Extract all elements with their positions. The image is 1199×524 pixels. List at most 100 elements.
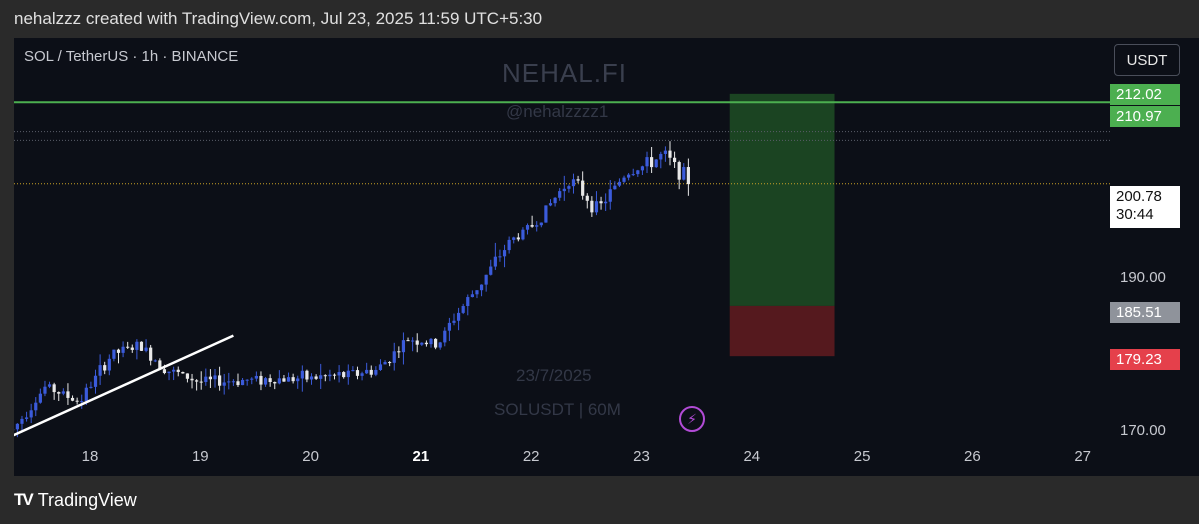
candle[interactable] [507, 236, 511, 254]
candle[interactable] [314, 374, 318, 380]
candle[interactable] [126, 341, 130, 349]
candle[interactable] [374, 366, 378, 377]
candle[interactable] [493, 242, 497, 270]
candle[interactable] [617, 178, 622, 188]
candle[interactable] [66, 383, 70, 405]
candle[interactable] [631, 168, 635, 177]
candle[interactable] [594, 191, 599, 216]
candle[interactable] [319, 363, 323, 389]
candle[interactable] [204, 368, 208, 386]
candle[interactable] [236, 373, 240, 388]
candle[interactable] [378, 359, 383, 371]
candle[interactable] [636, 169, 640, 177]
candle[interactable] [369, 365, 373, 378]
candle[interactable] [645, 151, 649, 174]
candle[interactable] [167, 371, 171, 381]
candle[interactable] [337, 365, 341, 383]
candle[interactable] [323, 374, 327, 382]
candle[interactable] [268, 374, 272, 387]
candle[interactable] [388, 361, 392, 367]
candle[interactable] [346, 364, 350, 385]
candle[interactable] [429, 337, 433, 348]
target-zone[interactable] [729, 93, 835, 306]
candle[interactable] [259, 371, 263, 391]
candle[interactable] [34, 397, 38, 417]
candle[interactable] [360, 371, 364, 381]
candle[interactable] [93, 369, 98, 394]
candle[interactable] [548, 199, 553, 207]
candle[interactable] [576, 175, 580, 184]
candle[interactable] [365, 362, 369, 374]
candle[interactable] [43, 380, 47, 397]
candle[interactable] [103, 361, 107, 375]
candle[interactable] [466, 294, 470, 316]
candle[interactable] [654, 159, 658, 168]
candle[interactable] [80, 394, 84, 409]
candle[interactable] [530, 215, 534, 228]
candle[interactable] [342, 371, 346, 379]
candle[interactable] [562, 175, 566, 201]
candle[interactable] [677, 160, 681, 190]
candle[interactable] [443, 327, 447, 347]
stop-zone[interactable] [729, 305, 835, 357]
candle[interactable] [622, 175, 626, 184]
candle[interactable] [273, 381, 277, 390]
tradingview-logo[interactable]: TV TradingView [14, 490, 137, 511]
candle[interactable] [213, 369, 217, 388]
candle[interactable] [539, 222, 543, 228]
candle[interactable] [553, 197, 557, 207]
candle[interactable] [130, 344, 134, 353]
lightning-icon[interactable]: ⚡ [679, 406, 705, 432]
candle[interactable] [521, 227, 525, 241]
candle[interactable] [250, 377, 254, 385]
candle[interactable] [438, 341, 442, 350]
candle[interactable] [296, 375, 300, 389]
candle[interactable] [411, 337, 415, 352]
candle[interactable] [525, 223, 530, 235]
candle[interactable] [153, 359, 157, 363]
candle[interactable] [558, 188, 562, 201]
candle[interactable] [263, 376, 268, 387]
candle[interactable] [484, 274, 488, 292]
candle[interactable] [112, 349, 116, 362]
candle[interactable] [107, 354, 111, 376]
candle[interactable] [663, 146, 667, 162]
candle[interactable] [351, 366, 355, 372]
chart-frame[interactable]: SOL / TetherUS · 1h · BINANCE NEHAL.FI @… [14, 38, 1199, 476]
candle[interactable] [383, 360, 387, 365]
candle[interactable] [479, 284, 484, 297]
candle[interactable] [475, 290, 479, 299]
candle[interactable] [38, 388, 42, 404]
candle[interactable] [139, 341, 144, 351]
candle[interactable] [116, 348, 121, 364]
candle[interactable] [254, 371, 258, 382]
candle[interactable] [567, 184, 571, 193]
candle[interactable] [190, 373, 194, 389]
candle[interactable] [144, 339, 148, 353]
candle[interactable] [286, 372, 291, 382]
candle[interactable] [590, 196, 594, 217]
candle[interactable] [57, 391, 61, 402]
candle[interactable] [608, 180, 612, 210]
candle[interactable] [149, 344, 153, 366]
candle[interactable] [181, 371, 185, 374]
candle[interactable] [682, 163, 686, 181]
candle[interactable] [668, 141, 672, 166]
candle[interactable] [452, 313, 456, 326]
candle[interactable] [227, 372, 231, 390]
candle[interactable] [75, 397, 79, 405]
candle[interactable] [447, 317, 451, 342]
candle[interactable] [640, 165, 645, 175]
candle[interactable] [195, 379, 199, 391]
candle[interactable] [52, 382, 56, 400]
candle[interactable] [291, 373, 295, 384]
candle[interactable] [222, 373, 226, 395]
candle[interactable] [231, 379, 235, 386]
candle[interactable] [245, 379, 249, 386]
candle[interactable] [305, 369, 309, 383]
candle[interactable] [392, 342, 396, 371]
candle[interactable] [489, 259, 493, 276]
candle[interactable] [47, 381, 52, 389]
candle[interactable] [277, 370, 281, 385]
candle[interactable] [650, 147, 654, 173]
